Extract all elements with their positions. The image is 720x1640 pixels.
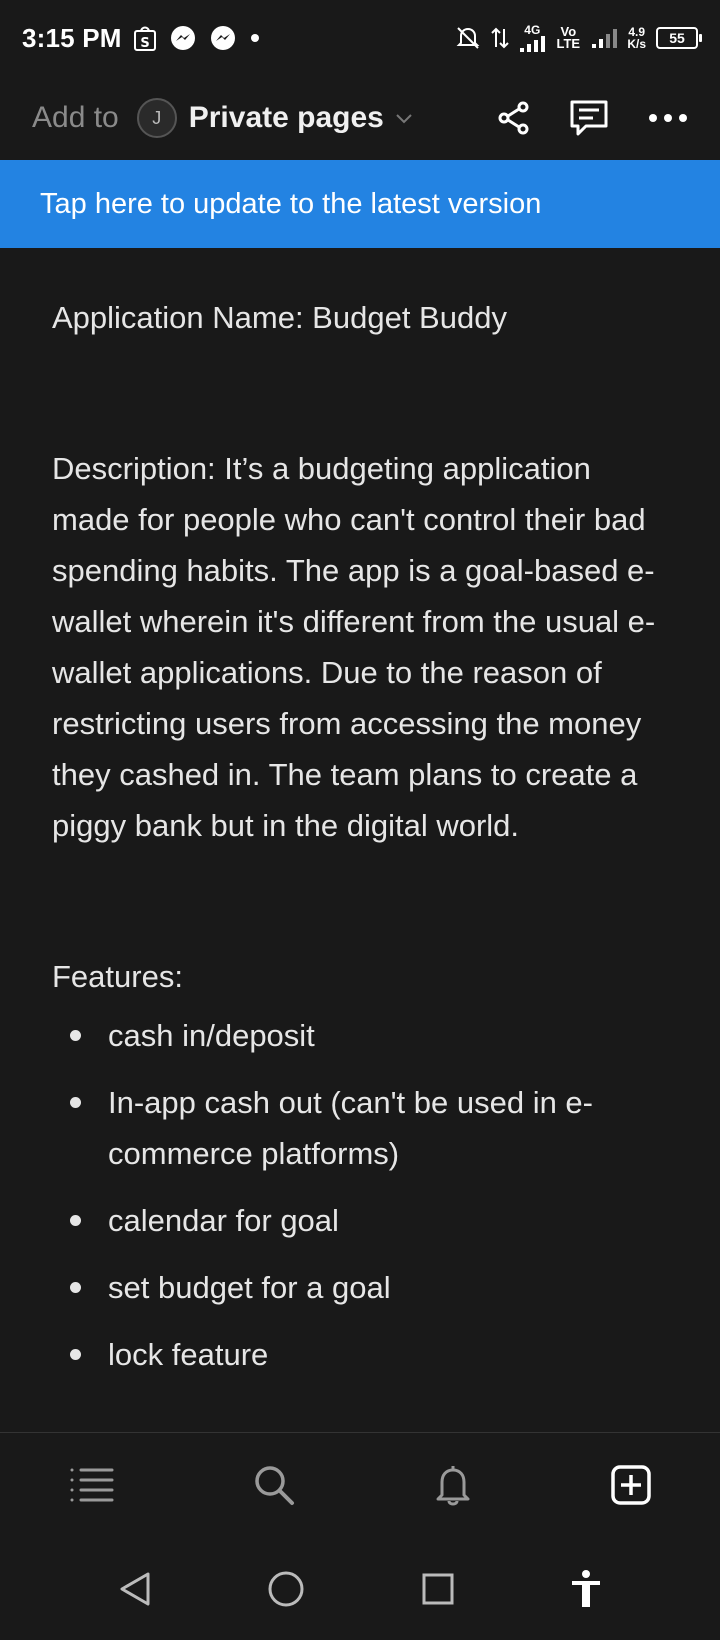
data-arrows-icon	[491, 27, 510, 49]
bullet-icon	[70, 1097, 81, 1108]
list-item[interactable]: calendar for goal	[52, 1195, 672, 1246]
bottom-tab-bar	[0, 1433, 720, 1537]
home-icon[interactable]	[267, 1570, 305, 1608]
list-item[interactable]: lock feature	[52, 1329, 672, 1380]
document-body: Application Name: Budget Buddy Descripti…	[52, 292, 672, 1396]
status-bar: 3:15 PM S 4G Vo LTE 4.9 K/s 55	[0, 0, 720, 76]
network-type-label: 4G	[524, 23, 541, 37]
battery-level: 55	[669, 30, 685, 46]
battery-icon: 55	[656, 27, 702, 49]
volte-label: Vo LTE	[556, 24, 581, 51]
feature-text: lock feature	[108, 1337, 269, 1372]
bullet-icon	[70, 1215, 81, 1226]
top-bar: Add to J Private pages	[0, 76, 720, 160]
list-item[interactable]: set budget for a goal	[52, 1262, 672, 1313]
accessibility-icon[interactable]	[570, 1569, 602, 1609]
update-banner[interactable]: Tap here to update to the latest version	[0, 160, 720, 248]
page-selector[interactable]: Private pages	[189, 101, 384, 135]
shopee-icon: S	[133, 26, 156, 51]
top-actions	[498, 98, 688, 138]
bell-off-icon	[456, 27, 480, 49]
list-item[interactable]: cash in/deposit	[52, 1010, 672, 1061]
signal-icon	[520, 36, 546, 52]
application-name[interactable]: Application Name: Budget Buddy	[52, 292, 672, 343]
network-speed: 4.9 K/s	[627, 26, 646, 50]
messenger-icon	[210, 26, 235, 50]
system-status-icons: 4G Vo LTE 4.9 K/s 55	[455, 23, 702, 52]
bullet-icon	[70, 1030, 81, 1041]
avatar[interactable]: J	[136, 98, 177, 138]
avatar-initial: J	[152, 107, 162, 128]
list-item[interactable]: In-app cash out (can't be used in e-comm…	[52, 1077, 672, 1179]
update-banner-text: Tap here to update to the latest version	[40, 187, 542, 220]
recents-icon[interactable]	[421, 1572, 455, 1606]
back-icon[interactable]	[118, 1571, 152, 1607]
feature-text: cash in/deposit	[108, 1018, 315, 1053]
network-4g: 4G	[519, 23, 546, 52]
status-time: 3:15 PM	[22, 22, 122, 53]
chevron-down-icon[interactable]	[394, 111, 414, 125]
svg-text:S: S	[140, 36, 149, 51]
dot-icon	[250, 34, 259, 42]
features-list: cash in/deposit In-app cash out (can't b…	[52, 1010, 672, 1380]
notification-icons: S	[133, 25, 260, 51]
bullet-icon	[70, 1349, 81, 1360]
list-icon[interactable]	[69, 1466, 115, 1504]
features-heading[interactable]: Features:	[52, 951, 672, 1002]
more-icon[interactable]	[648, 113, 688, 123]
share-icon[interactable]	[498, 101, 530, 135]
bell-icon[interactable]	[433, 1463, 473, 1507]
add-to-label: Add to	[32, 101, 119, 134]
signal-icon	[592, 29, 618, 48]
feature-text: set budget for a goal	[108, 1270, 391, 1305]
feature-text: calendar for goal	[108, 1203, 339, 1238]
system-nav-bar	[0, 1537, 720, 1640]
description-paragraph[interactable]: Description: It’s a budgeting applicatio…	[52, 443, 672, 851]
messenger-icon	[170, 26, 195, 50]
bullet-icon	[70, 1282, 81, 1293]
speed-unit: K/s	[627, 37, 646, 51]
new-page-icon[interactable]	[610, 1464, 652, 1506]
search-icon[interactable]	[252, 1463, 296, 1507]
feature-text: In-app cash out (can't be used in e-comm…	[108, 1085, 593, 1171]
comment-icon[interactable]	[568, 98, 610, 138]
